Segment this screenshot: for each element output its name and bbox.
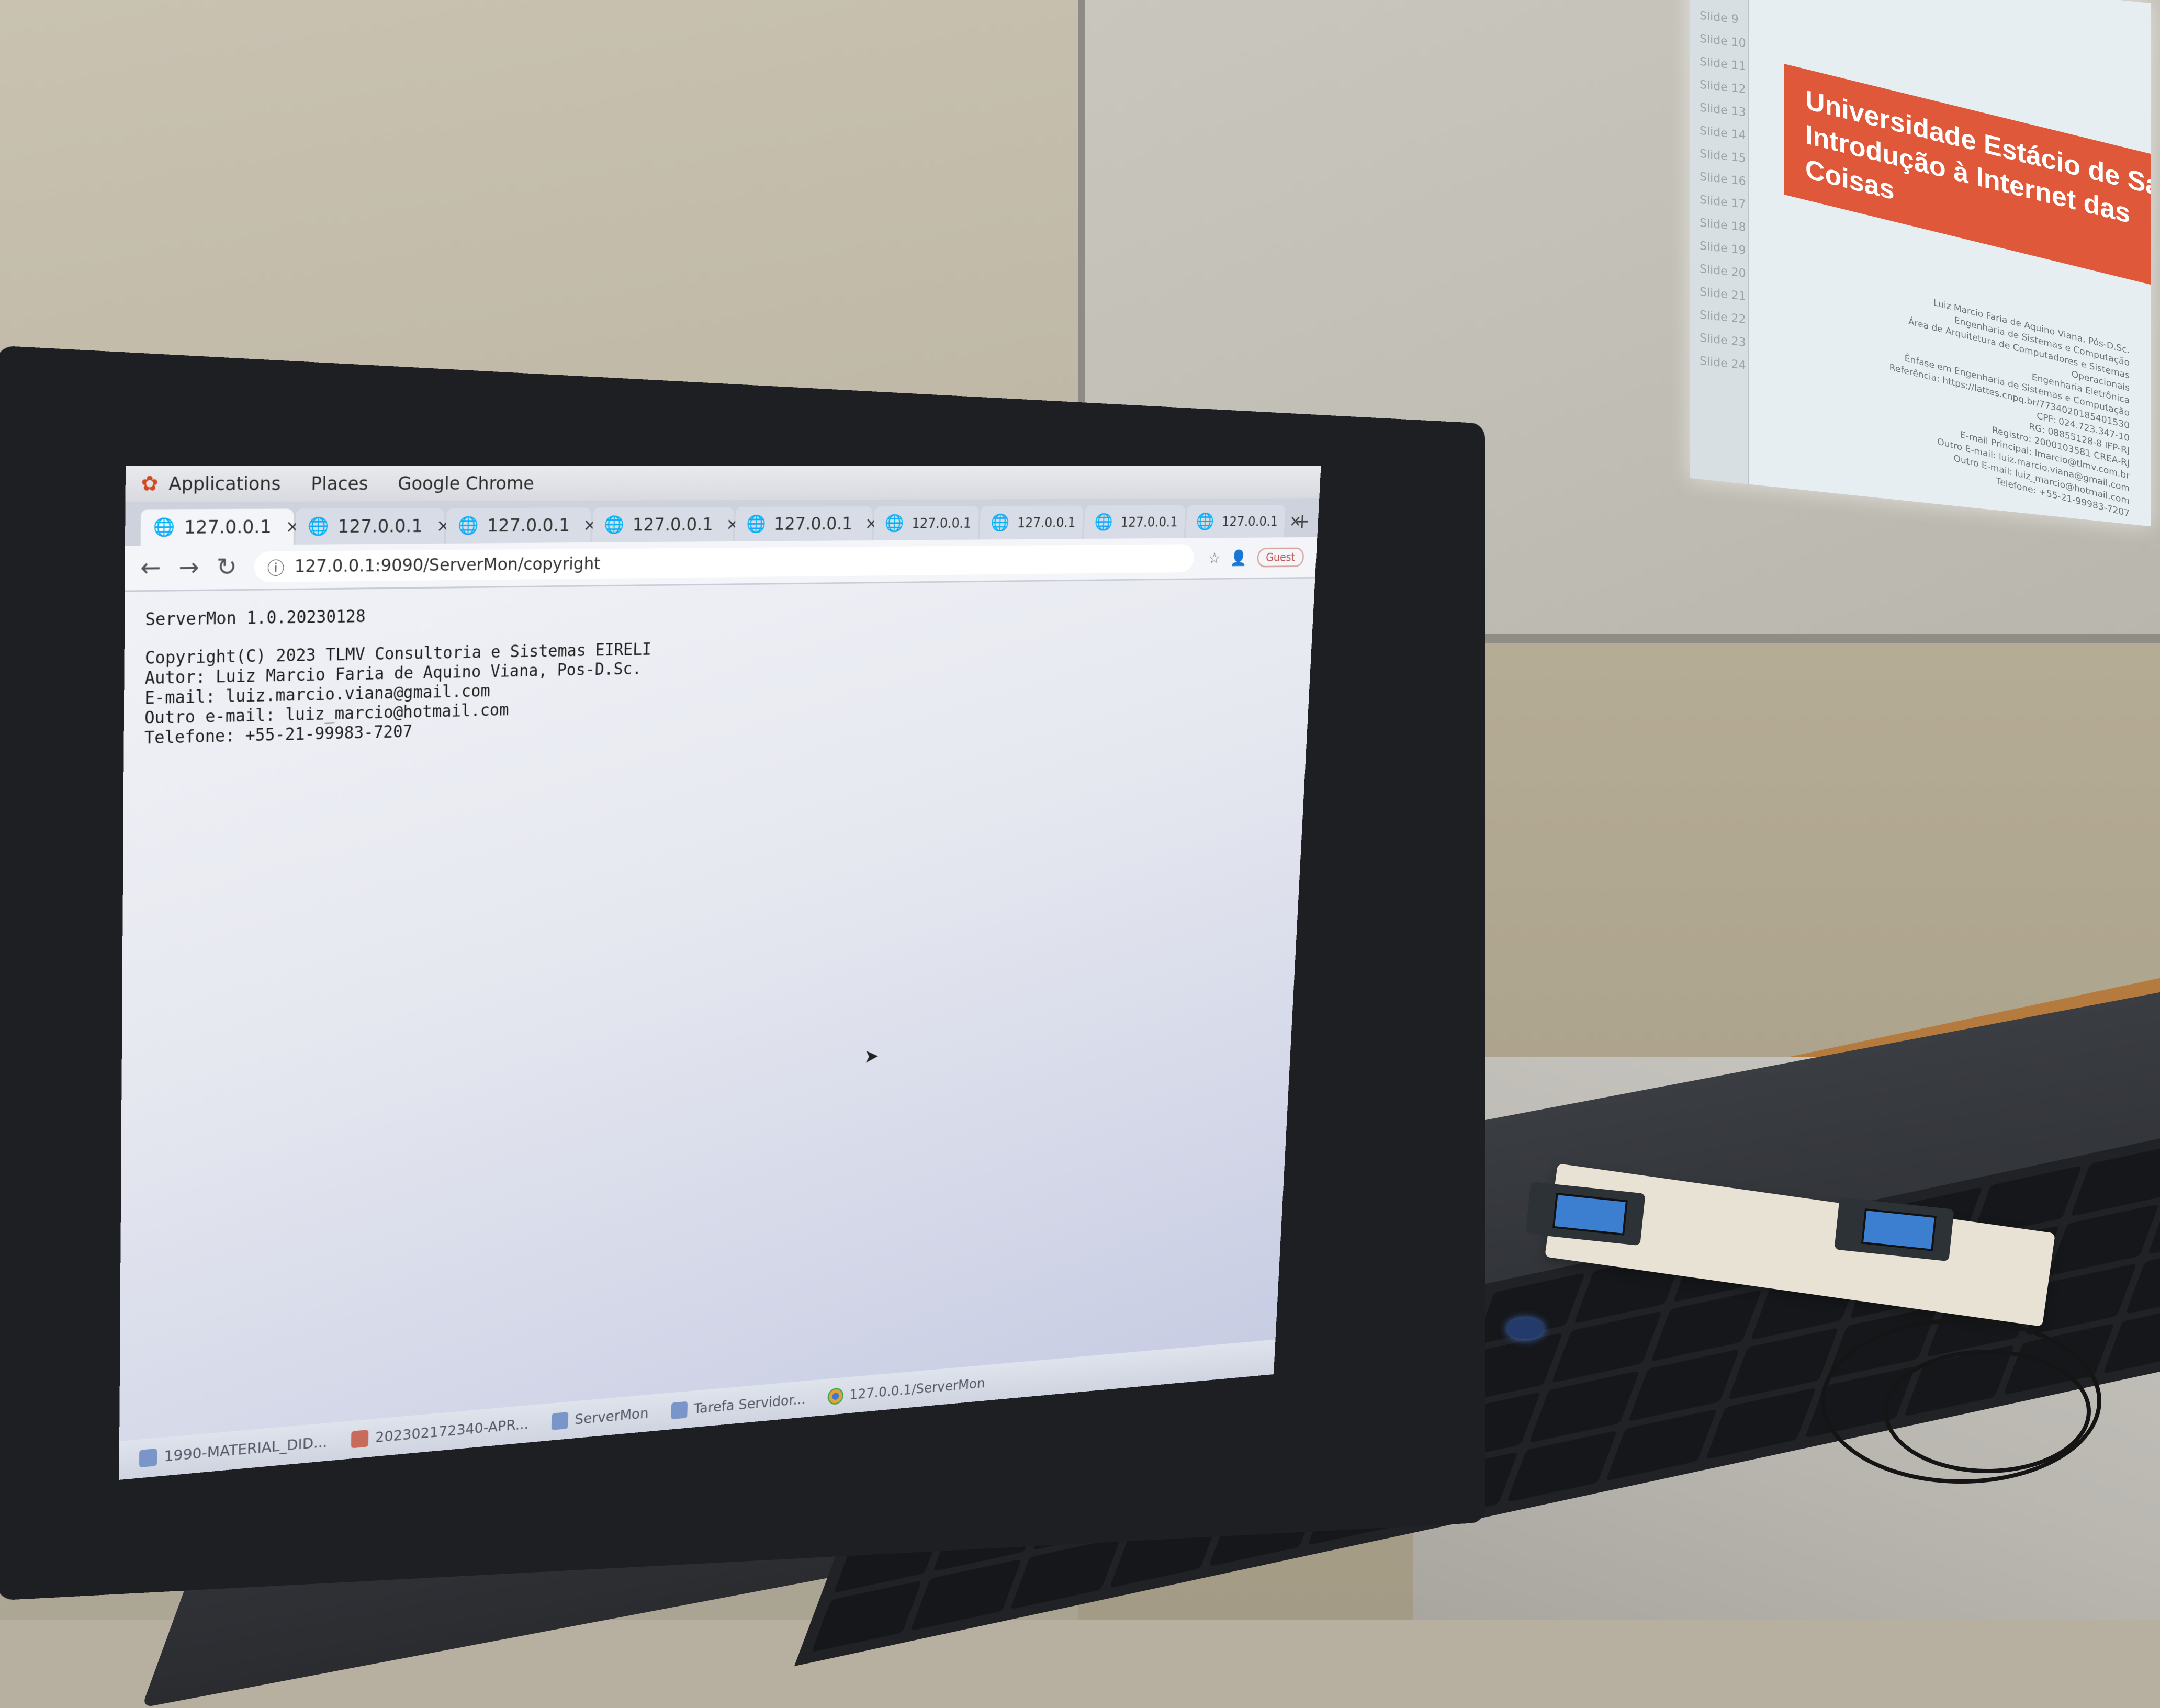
slide-thumbnail-label: Slide 10 bbox=[1700, 32, 1746, 50]
slide-thumbnail-label: Slide 23 bbox=[1700, 331, 1746, 349]
taskbar-app-icon bbox=[351, 1429, 369, 1449]
slide-thumbnail-label: Slide 16 bbox=[1700, 170, 1746, 188]
tab-title: 127.0.0.1 bbox=[338, 515, 423, 537]
slide-thumbnail-label: Slide 9 bbox=[1700, 9, 1739, 27]
tab-title: 127.0.0.1 bbox=[773, 513, 853, 534]
new-tab-button[interactable]: + bbox=[1286, 505, 1319, 538]
globe-icon: 🌐 bbox=[1094, 512, 1113, 532]
laptop-screen: ✿ Applications Places Google Chrome 🌐 127… bbox=[119, 466, 1321, 1480]
star-icon[interactable]: ☆ bbox=[1208, 549, 1221, 567]
tab-title: 127.0.0.1 bbox=[912, 515, 972, 531]
slide-thumbnail-panel: Slide 7Slide 8Slide 9Slide 10Slide 11Sli… bbox=[1690, 0, 1749, 484]
back-arrow-icon[interactable]: ← bbox=[140, 553, 161, 583]
browser-tab[interactable]: 🌐127.0.0.1× bbox=[1185, 504, 1302, 538]
slide-thumbnail-label: Slide 24 bbox=[1700, 354, 1746, 372]
taskbar-app-icon bbox=[827, 1387, 844, 1406]
globe-icon: 🌐 bbox=[884, 513, 904, 533]
keyboard-key[interactable] bbox=[1529, 1370, 1640, 1443]
keyboard-key[interactable] bbox=[1551, 1310, 1662, 1383]
slide-thumbnail-label: Slide 14 bbox=[1700, 124, 1746, 142]
mouse-cursor-icon: ➤ bbox=[863, 1045, 880, 1068]
power-button[interactable] bbox=[1507, 1318, 1544, 1339]
slide-thumbnail-label: Slide 22 bbox=[1700, 308, 1746, 326]
keyboard-key[interactable] bbox=[2071, 1144, 2160, 1217]
oled-display bbox=[1861, 1208, 1937, 1251]
slide-thumbnail-label: Slide 12 bbox=[1700, 78, 1746, 96]
browser-tab[interactable]: 🌐127.0.0.1× bbox=[295, 508, 451, 545]
taskbar-item[interactable]: 202302172340-APR... bbox=[351, 1416, 529, 1449]
applications-menu[interactable]: ✿ Applications bbox=[141, 472, 280, 496]
reload-icon[interactable]: ↻ bbox=[216, 552, 237, 581]
browser-tab[interactable]: 🌐127.0.0.1× bbox=[980, 505, 1100, 540]
browser-tab[interactable]: 🌐127.0.0.1× bbox=[446, 507, 597, 544]
address-bar-url[interactable]: 127.0.0.1:9090/ServerMon/copyright bbox=[294, 554, 600, 577]
taskbar-item[interactable]: Tarefa Servidor... bbox=[671, 1391, 806, 1420]
slide-thumbnail-label: Slide 13 bbox=[1700, 101, 1746, 119]
taskbar-item[interactable]: 1990-MATERIAL_DID... bbox=[139, 1433, 328, 1468]
taskbar-item-label: 1990-MATERIAL_DID... bbox=[164, 1433, 328, 1465]
account-icon[interactable]: 👤 bbox=[1230, 549, 1248, 567]
globe-icon: 🌐 bbox=[153, 517, 175, 538]
slide-thumbnail-label: Slide 20 bbox=[1700, 262, 1746, 280]
places-menu[interactable]: Places bbox=[311, 473, 368, 494]
globe-icon: 🌐 bbox=[990, 513, 1010, 533]
forward-arrow-icon[interactable]: → bbox=[178, 553, 199, 582]
taskbar-item-label: ServerMon bbox=[575, 1405, 649, 1428]
slide-thumbnail-label: Slide 18 bbox=[1700, 216, 1746, 234]
tab-title: 127.0.0.1 bbox=[1221, 513, 1278, 529]
chrome-app-menu[interactable]: Google Chrome bbox=[398, 473, 534, 494]
keyboard-key[interactable] bbox=[811, 1580, 923, 1653]
taskbar-item-label: Tarefa Servidor... bbox=[693, 1391, 806, 1417]
slide-thumbnail-label: Slide 21 bbox=[1700, 285, 1746, 303]
taskbar-item-label: 202302172340-APR... bbox=[375, 1416, 529, 1446]
browser-tab[interactable]: 🌐127.0.0.1× bbox=[1083, 505, 1202, 539]
info-icon[interactable]: ⓘ bbox=[267, 554, 284, 579]
applications-icon: ✿ bbox=[141, 471, 159, 496]
globe-icon: 🌐 bbox=[603, 515, 625, 535]
tab-title: 127.0.0.1 bbox=[1120, 514, 1178, 530]
taskbar-app-icon bbox=[671, 1401, 688, 1420]
slide-thumbnail-label: Slide 11 bbox=[1700, 55, 1746, 73]
keyboard-key[interactable] bbox=[1705, 1387, 1816, 1460]
taskbar-app-icon bbox=[552, 1412, 569, 1430]
slide-thumbnail-label: Slide 8 bbox=[1700, 0, 1748, 7]
globe-icon: 🌐 bbox=[1196, 512, 1215, 531]
tab-title: 127.0.0.1 bbox=[487, 515, 570, 536]
browser-tab[interactable]: 🌐127.0.0.1× bbox=[873, 506, 997, 540]
oled-display bbox=[1552, 1192, 1628, 1236]
slide-thumbnail-label: Slide 15 bbox=[1700, 147, 1746, 165]
desktop-top-panel: ✿ Applications Places Google Chrome bbox=[125, 466, 1321, 502]
slide-thumbnail-label: Slide 19 bbox=[1700, 239, 1746, 257]
projected-slide: Slide 7Slide 8Slide 9Slide 10Slide 11Sli… bbox=[1690, 0, 2151, 527]
tab-title: 127.0.0.1 bbox=[632, 514, 714, 535]
taskbar-item[interactable]: ServerMon bbox=[552, 1405, 649, 1430]
taskbar-item-label: 127.0.0.1/ServerMon bbox=[849, 1375, 986, 1403]
keyboard-key[interactable] bbox=[1606, 1408, 1717, 1481]
slide-author-credits: Luiz Marcio Faria de Aquino Viana, Pós-D… bbox=[1858, 278, 2130, 521]
browser-tab[interactable]: 🌐127.0.0.1× bbox=[735, 506, 878, 541]
keyboard-key[interactable] bbox=[2048, 1204, 2159, 1276]
keyboard-key[interactable] bbox=[1650, 1289, 1762, 1362]
globe-icon: 🌐 bbox=[457, 515, 479, 536]
taskbar-app-icon bbox=[139, 1448, 158, 1468]
slide-title-banner: Universidade Estácio de Sá Introdução à … bbox=[1784, 64, 2151, 287]
keyboard-key[interactable] bbox=[1506, 1430, 1618, 1502]
tab-title: 127.0.0.1 bbox=[184, 516, 272, 538]
globe-icon: 🌐 bbox=[746, 514, 767, 534]
globe-icon: 🌐 bbox=[307, 516, 329, 537]
browser-tab[interactable]: 🌐127.0.0.1× bbox=[140, 508, 300, 546]
keyboard-key[interactable] bbox=[910, 1558, 1022, 1631]
address-bar[interactable]: ⓘ 127.0.0.1:9090/ServerMon/copyright bbox=[254, 544, 1195, 583]
taskbar-item[interactable]: 127.0.0.1/ServerMon bbox=[827, 1375, 986, 1406]
account-chip[interactable]: Guest bbox=[1256, 547, 1304, 568]
browser-tab[interactable]: 🌐127.0.0.1× bbox=[592, 507, 739, 542]
slide-thumbnail-label: Slide 17 bbox=[1700, 193, 1746, 211]
usb-cable bbox=[1884, 1350, 2091, 1473]
page-content: ServerMon 1.0.20230128 Copyright(C) 2023… bbox=[123, 579, 1315, 766]
keyboard-key[interactable] bbox=[1628, 1349, 1739, 1421]
tab-title: 127.0.0.1 bbox=[1017, 514, 1076, 531]
keyboard-key[interactable] bbox=[1010, 1537, 1121, 1610]
applications-menu-label: Applications bbox=[168, 473, 281, 495]
